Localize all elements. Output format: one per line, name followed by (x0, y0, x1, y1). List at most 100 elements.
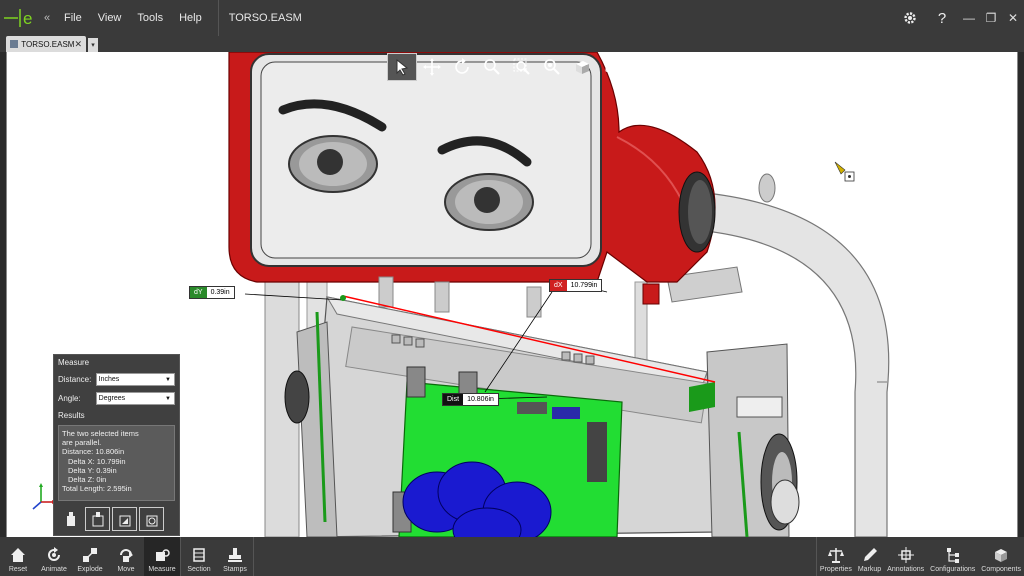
angle-unit-value: Degrees (98, 395, 126, 402)
annotation-icon (897, 547, 914, 563)
components-icon (995, 549, 1008, 562)
explode-label: Explode (77, 566, 103, 573)
results-box: The two selected items are parallel. Dis… (58, 425, 175, 501)
stamps-label: Stamps (223, 566, 247, 573)
callout-dx-key: dX (550, 280, 567, 291)
chevron-down-icon: ▼ (165, 376, 171, 383)
title-bar: e « File View Tools Help TORSO.EASM ? — … (0, 0, 1024, 36)
configurations-button[interactable]: Configurations (927, 537, 978, 576)
pan-icon[interactable] (417, 53, 447, 81)
zoom-box-icon[interactable] (507, 53, 537, 81)
result-total-length: Total Length: 2.595in (62, 484, 132, 494)
section-icon (193, 548, 205, 562)
measure-panel: Measure Distance: Inches ▼ Angle: Degree… (53, 354, 180, 536)
measure-radius-icon[interactable] (139, 507, 164, 531)
app-window: e « File View Tools Help TORSO.EASM ? — … (0, 0, 1024, 576)
result-line: are parallel. (62, 438, 102, 448)
callout-dy: dY 0.39in (189, 286, 235, 299)
move-icon (120, 549, 133, 562)
measure-point-icon[interactable] (58, 507, 83, 531)
stamp-icon (228, 548, 242, 562)
markup-button[interactable]: Markup (855, 537, 884, 576)
result-distance: Distance: 10.806in (62, 447, 125, 457)
zoom-area-icon[interactable] (477, 53, 507, 81)
callout-dx: dX 10.799in (549, 279, 603, 292)
callout-dx-value: 10.799in (566, 280, 602, 291)
animate-icon (48, 547, 60, 561)
distance-unit-row: Distance: Inches ▼ (54, 370, 179, 389)
animate-label: Animate (41, 566, 67, 573)
zoom-fit-icon[interactable] (537, 53, 567, 81)
angle-label: Angle: (58, 394, 81, 403)
result-line: The two selected items (62, 429, 139, 438)
components-label: Components (981, 566, 1021, 573)
properties-button[interactable]: Properties (817, 537, 855, 576)
measure-icon (156, 549, 170, 561)
menu-file[interactable]: File (56, 0, 90, 36)
menu-help[interactable]: Help (171, 0, 210, 36)
measure-angle-icon[interactable] (112, 507, 137, 531)
menu-view[interactable]: View (90, 0, 130, 36)
move-button[interactable]: Move (108, 537, 144, 576)
collapse-icon[interactable]: « (44, 12, 56, 24)
assembly-icon (10, 40, 19, 48)
callout-dist: Dist 10.806in (442, 393, 499, 406)
angle-unit-row: Angle: Degrees ▼ (54, 389, 179, 408)
distance-unit-value: Inches (98, 376, 120, 383)
document-title: TORSO.EASM (228, 12, 302, 24)
restore-icon[interactable]: ❐ (980, 0, 1002, 36)
section-label: Section (187, 566, 211, 573)
markup-label: Markup (857, 566, 882, 573)
display-style-icon[interactable] (567, 53, 597, 81)
help-icon[interactable]: ? (926, 0, 958, 36)
distance-unit-select[interactable]: Inches ▼ (95, 373, 175, 386)
configurations-icon (946, 548, 959, 563)
minimize-icon[interactable]: — (958, 0, 980, 36)
properties-label: Properties (819, 566, 852, 573)
result-delta-y: Delta Y: 0.39in (68, 465, 117, 475)
reset-button[interactable]: Reset (0, 537, 36, 576)
tab-dropdown-icon[interactable]: ▾ (88, 38, 98, 52)
reset-label: Reset (8, 566, 28, 573)
title-controls: ? — ❐ ✕ (894, 0, 1024, 36)
menu-tools[interactable]: Tools (129, 0, 171, 36)
scale-icon (827, 548, 844, 563)
animate-button[interactable]: Animate (36, 537, 72, 576)
callout-dy-key: dY (190, 287, 207, 298)
tab-bar: TORSO.EASM ✕ ▾ (0, 36, 1024, 52)
angle-unit-select[interactable]: Degrees ▼ (95, 392, 175, 405)
annotations-label: Annotations (887, 566, 925, 573)
rotate-icon[interactable] (447, 53, 477, 81)
measure-tools (54, 503, 179, 535)
view-cube-icon[interactable] (597, 53, 627, 81)
explode-icon (83, 548, 97, 562)
close-icon[interactable]: ✕ (1002, 0, 1024, 36)
app-logo-icon[interactable]: e (0, 0, 44, 36)
result-delta-x: Delta X: 10.799in (68, 456, 126, 466)
annotations-button[interactable]: Annotations (884, 537, 927, 576)
components-button[interactable]: Components (978, 537, 1024, 576)
measure-distance-icon[interactable] (85, 507, 110, 531)
result-delta-z: Delta Z: 0in (68, 475, 107, 485)
tab-close-icon[interactable]: ✕ (74, 39, 82, 50)
toolbar-divider (253, 537, 254, 576)
measure-button[interactable]: Measure (144, 537, 180, 576)
svg-text:e: e (23, 9, 32, 28)
stamps-button[interactable]: Stamps (217, 537, 253, 576)
measure-panel-title: Measure (58, 358, 90, 367)
move-label: Move (117, 566, 135, 573)
tab-torso[interactable]: TORSO.EASM ✕ (6, 36, 86, 52)
callout-dist-key: Dist (443, 394, 464, 405)
explode-button[interactable]: Explode (72, 537, 108, 576)
home-icon (11, 548, 25, 562)
bottom-toolbar: Reset Animate Explode Move Measure Secti… (0, 537, 1024, 576)
section-button[interactable]: Section (181, 537, 217, 576)
gear-icon[interactable] (894, 0, 926, 36)
callout-dy-value: 0.39in (206, 287, 234, 298)
configurations-label: Configurations (930, 566, 976, 573)
chevron-down-icon: ▼ (165, 395, 171, 402)
menu-divider (217, 0, 219, 36)
select-cursor-icon[interactable] (387, 53, 417, 81)
measure-label: Measure (148, 566, 176, 573)
pencil-icon (863, 548, 877, 561)
